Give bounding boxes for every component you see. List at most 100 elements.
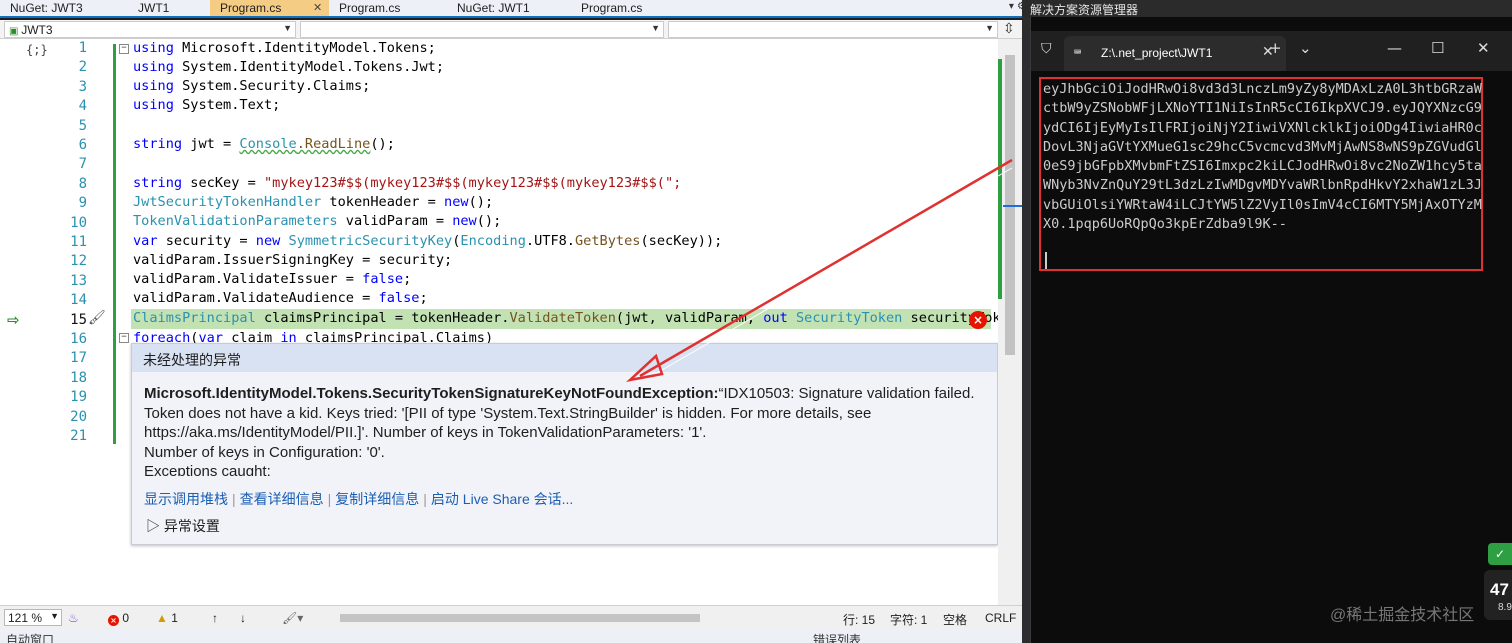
cursor-line: 行: 15: [843, 613, 876, 627]
line-number: 6: [78, 137, 87, 153]
view-details-link[interactable]: 查看详细信息: [240, 491, 324, 507]
keyword: var: [198, 330, 224, 343]
code-text: ();: [476, 213, 502, 229]
code-line-10: TokenValidationParameters validParam = n…: [133, 212, 501, 231]
terminal-tab[interactable]: ⌨ Z:\.net_project\JWT1 ✕: [1064, 36, 1286, 71]
error-count[interactable]: × 0: [108, 611, 129, 626]
jwt-token-output: eyJhbGciOiJodHRwOi8vd3d3LnczLm9yZy8yMDAx…: [1043, 81, 1482, 233]
code-text: tokenHeader =: [321, 194, 445, 210]
exception-actions: 显示调用堆栈 | 查看详细信息 | 复制详细信息 | 启动 Live Share 会话...: [144, 489, 573, 509]
performance-subvalue: 8.9: [1498, 602, 1512, 613]
close-window-icon[interactable]: ✕: [1477, 39, 1490, 57]
autos-window-tab[interactable]: 自动窗口: [6, 631, 54, 643]
minimize-icon[interactable]: —: [1387, 39, 1402, 57]
code-text: validParam.ValidateAudience =: [133, 290, 379, 306]
indent-mode[interactable]: 空格: [943, 611, 967, 628]
tab-label: Program.cs: [581, 1, 643, 15]
line-number: 10: [70, 214, 87, 231]
code-line-6: string jwt = Console.ReadLine();: [133, 135, 395, 154]
code-line-13: validParam.ValidateIssuer = false;: [133, 270, 411, 289]
tab-program-cs-active[interactable]: Program.cs ✕: [210, 0, 329, 16]
line-number: 5: [78, 117, 87, 134]
quick-actions-icon[interactable]: 🖌: [88, 310, 106, 326]
tab-close-icon[interactable]: ✕: [313, 1, 322, 14]
type-dropdown[interactable]: ▼: [300, 21, 664, 38]
solution-explorer-title[interactable]: 解决方案资源管理器: [1022, 0, 1512, 17]
copilot-icon[interactable]: ♨: [68, 611, 79, 625]
tab-nuget-jwt3[interactable]: NuGet: JWT3: [0, 0, 128, 16]
code-text: security =: [157, 233, 256, 249]
code-text: System.Security.Claims;: [173, 78, 371, 94]
exception-header: 未经处理的异常: [132, 344, 997, 372]
line-number: 18: [70, 369, 87, 386]
chevron-down-icon[interactable]: ⌄: [1299, 39, 1312, 57]
tab-program-cs[interactable]: Program.cs: [571, 0, 691, 16]
keyword: out: [763, 310, 788, 326]
tab-jwt1[interactable]: JWT1: [128, 0, 210, 16]
code-text: claimsPrincipal = tokenHeader.: [255, 310, 510, 326]
scrollbar-change-marker: [998, 59, 1002, 299]
keyword: in: [280, 330, 297, 343]
type-name: SymmetricSecurityKey: [280, 233, 453, 249]
code-text: jwt =: [182, 136, 240, 152]
keyword: foreach: [133, 330, 191, 343]
keyword: using: [133, 78, 174, 94]
code-line-8: string secKey = "mykey123#$$(mykey123#$$…: [133, 174, 681, 193]
type-name: SecurityToken: [787, 310, 903, 326]
warning-count[interactable]: ▲ 1: [156, 611, 178, 625]
chevron-down-icon: ▼: [985, 23, 994, 33]
exception-error-icon[interactable]: ×: [969, 311, 987, 329]
tab-program-cs[interactable]: Program.cs: [329, 0, 447, 16]
line-number: 17: [70, 350, 87, 367]
code-line-11: var security = new SymmetricSecurityKey (…: [133, 232, 722, 251]
project-dropdown[interactable]: ▣ JWT3 ▼: [4, 21, 296, 38]
code-text: ;: [419, 290, 428, 306]
tab-nuget-jwt1[interactable]: NuGet: JWT1: [447, 0, 571, 16]
keyword: new: [444, 194, 469, 210]
warning-count-value: 1: [171, 611, 178, 625]
member-dropdown[interactable]: ▼: [668, 21, 998, 38]
maximize-icon[interactable]: ☐: [1431, 39, 1444, 57]
exception-settings-toggle[interactable]: ▷ 异常设置: [146, 516, 220, 536]
copy-details-link[interactable]: 复制详细信息: [335, 491, 419, 507]
split-editor-icon[interactable]: ⇳: [1003, 21, 1015, 37]
chevron-down-icon: ▼: [283, 23, 292, 33]
line-number: 2: [78, 59, 87, 76]
line-number: 8: [78, 175, 87, 192]
horizontal-scroll-thumb[interactable]: [340, 614, 700, 622]
code-text: System.IdentityModel.Tokens.Jwt;: [173, 59, 444, 75]
keyword: using: [133, 40, 174, 56]
terminal-window: ⛉ ⌨ Z:\.net_project\JWT1 ✕ + ⌄ — ☐ ✕ eyJ…: [1030, 17, 1512, 643]
project-icon: ▣: [9, 26, 22, 37]
code-line-3: using System.Security.Claims;: [133, 77, 370, 96]
keyword: false: [362, 271, 404, 287]
project-dropdown-value: JWT3: [21, 23, 53, 37]
code-line-9: JwtSecurityTokenHandler tokenHeader = ne…: [133, 193, 493, 212]
code-line-16: foreach(var claim in claimsPrincipal.Cla…: [133, 329, 493, 343]
code-text: ();: [468, 194, 494, 210]
keyword: using: [133, 97, 174, 113]
new-tab-icon[interactable]: +: [1269, 39, 1282, 57]
zoom-dropdown[interactable]: 121 % ▼: [4, 609, 62, 626]
fold-toggle-icon[interactable]: −: [119, 44, 129, 54]
code-editor[interactable]: {;} − − using Microsoft.IdentityModel.To…: [0, 39, 1022, 605]
code-line-15: ClaimsPrincipal claimsPrincipal = tokenH…: [133, 309, 1009, 328]
line-number: 20: [70, 408, 87, 425]
terminal-output-highlight[interactable]: eyJhbGciOiJodHRwOi8vd3d3LnczLm9yZy8yMDAx…: [1039, 77, 1483, 271]
line-number: 3: [78, 78, 87, 95]
line-endings[interactable]: CRLF: [985, 611, 1016, 625]
terminal-icon: ⌨: [1074, 45, 1082, 59]
keyword: string: [133, 136, 183, 152]
show-call-stack-link[interactable]: 显示调用堆栈: [144, 491, 228, 507]
nav-down-icon[interactable]: ↓: [240, 611, 246, 625]
security-badge-icon[interactable]: ✓: [1488, 543, 1512, 565]
keyword: using: [133, 59, 174, 75]
nav-up-icon[interactable]: ↑: [212, 611, 218, 625]
cleanup-brush-icon[interactable]: 🖌▾: [282, 611, 303, 625]
change-indicator-bar: [113, 44, 116, 444]
performance-widget[interactable]: 47 8.9: [1484, 570, 1512, 620]
keyword: string: [133, 175, 183, 191]
start-live-share-link[interactable]: 启动 Live Share 会话...: [431, 491, 573, 507]
error-list-tab[interactable]: 错误列表: [813, 631, 861, 643]
fold-toggle-icon[interactable]: −: [119, 333, 129, 343]
